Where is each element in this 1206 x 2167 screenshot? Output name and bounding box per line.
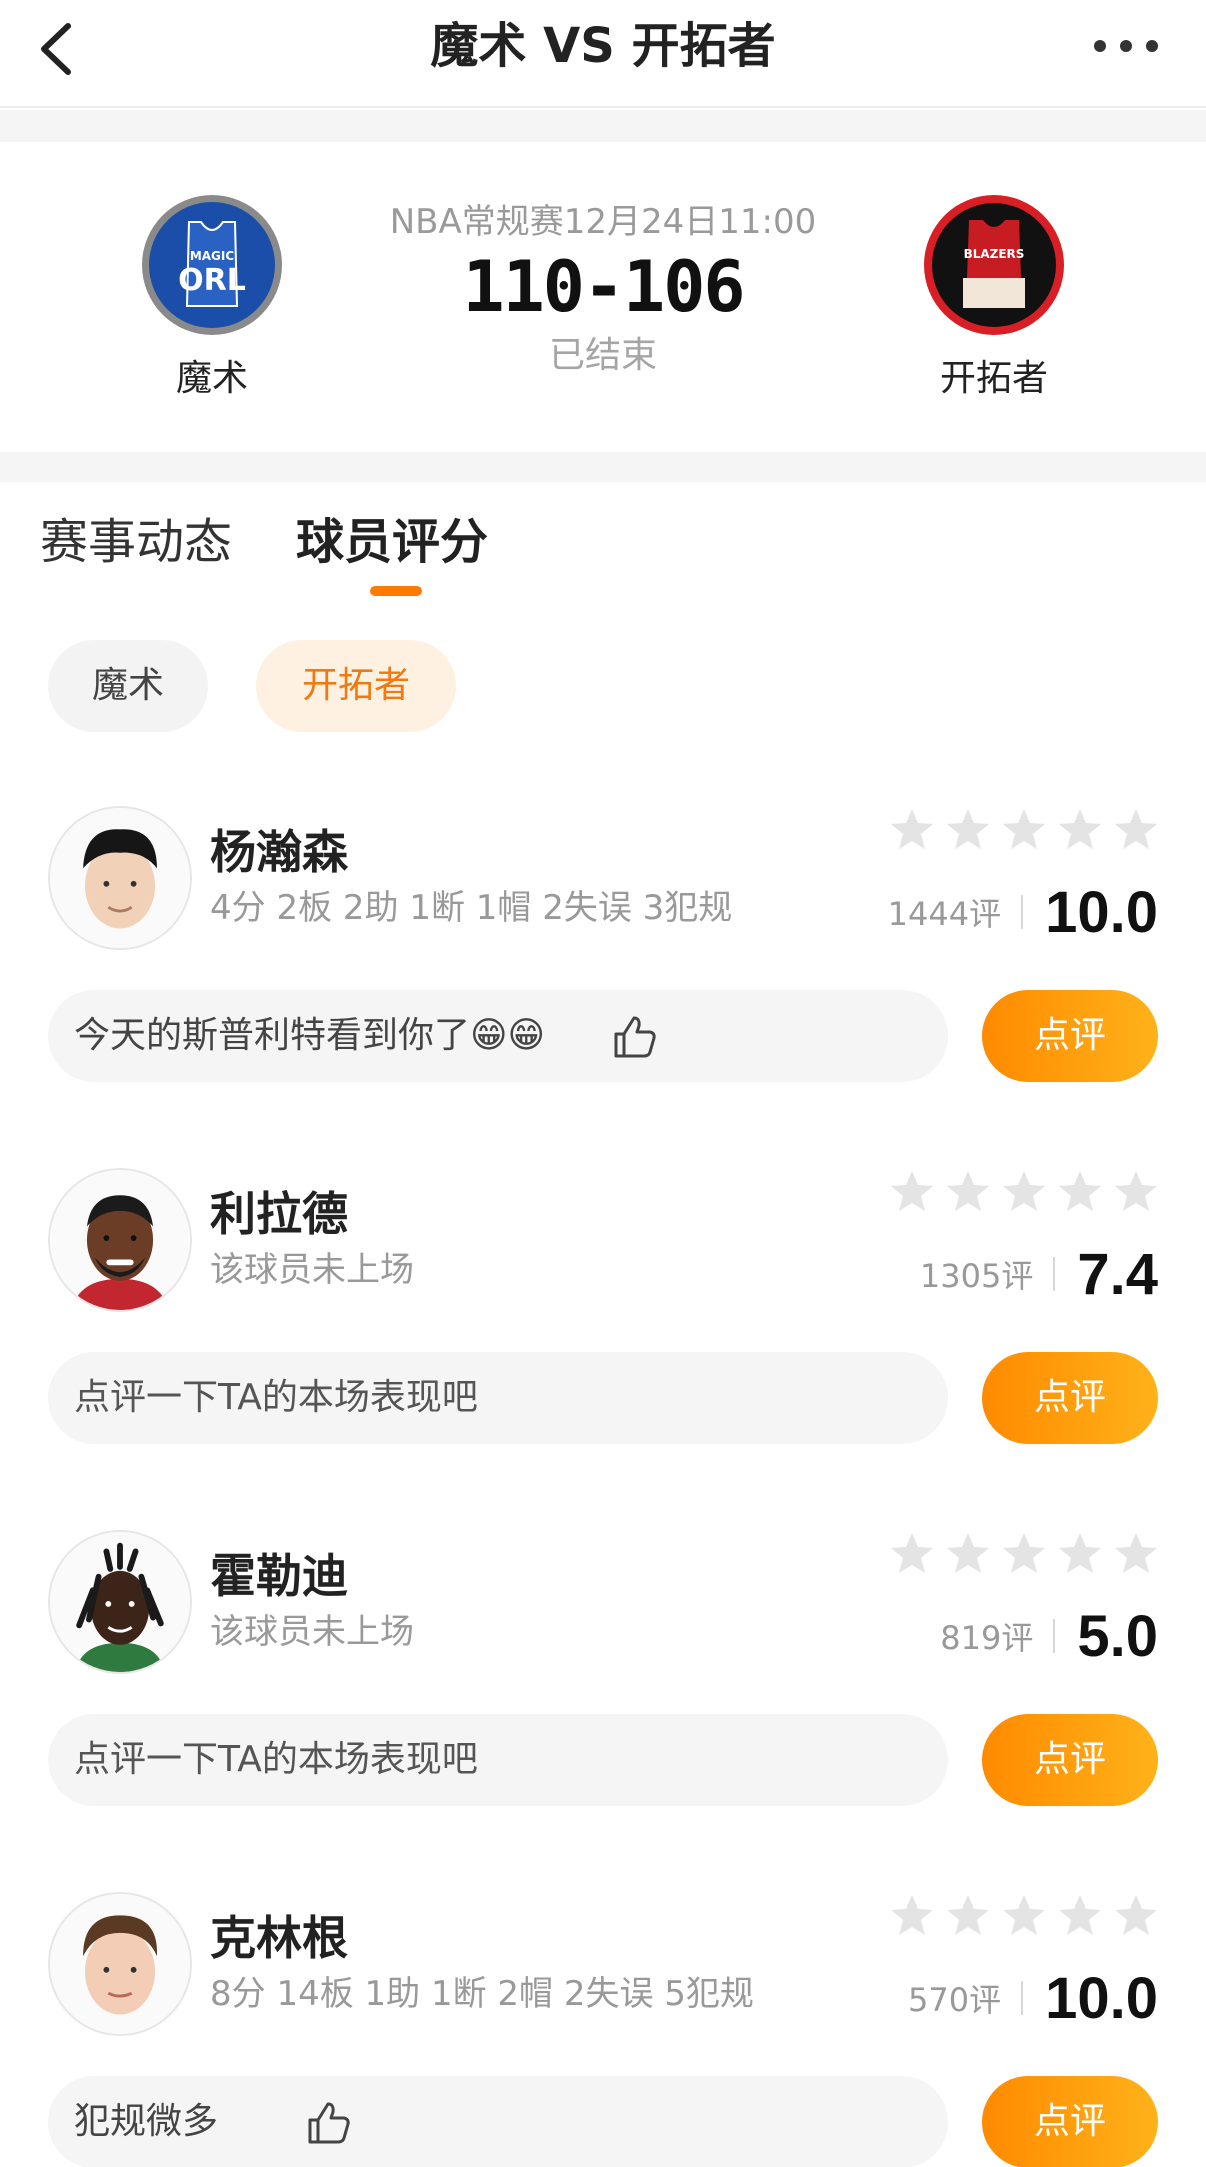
player-avatar[interactable]	[48, 806, 192, 950]
more-dots-icon	[1094, 40, 1158, 52]
star-icon[interactable]	[1056, 806, 1104, 854]
rating-score: 7.4	[1077, 1241, 1158, 1307]
star-icon[interactable]	[944, 806, 992, 854]
player-name: 霍勒迪	[210, 1549, 348, 1603]
rating-summary: 819评 5.0	[940, 1602, 1158, 1670]
match-info: NBA常规赛12月24日11:00 110-106 已结束	[340, 200, 866, 380]
rating-stars[interactable]	[888, 806, 1160, 858]
review-button[interactable]: 点评	[982, 990, 1158, 1082]
star-icon[interactable]	[1112, 1530, 1160, 1578]
player-stats: 4分 2板 2助 1断 1帽 2失误 3犯规	[210, 888, 733, 928]
star-icon[interactable]	[1112, 806, 1160, 854]
comment-input[interactable]: 点评一下TA的本场表现吧	[48, 1714, 948, 1806]
filter-magic[interactable]: 魔术	[48, 640, 208, 732]
svg-text:MAGIC: MAGIC	[190, 249, 235, 263]
section-divider	[0, 110, 1206, 142]
star-icon[interactable]	[888, 806, 936, 854]
player-card: 利拉德 该球员未上场 1305评 7.4 点评一下TA的本场表现吧 点评	[0, 1168, 1206, 1530]
comment-placeholder: 点评一下TA的本场表现吧	[74, 1739, 478, 1780]
top-comment[interactable]: 犯规微多	[48, 2076, 948, 2167]
star-icon[interactable]	[1000, 806, 1048, 854]
comment-placeholder: 点评一下TA的本场表现吧	[74, 1377, 478, 1418]
star-icon[interactable]	[1112, 1892, 1160, 1940]
player-stats: 该球员未上场	[210, 1250, 414, 1290]
divider	[1053, 1619, 1056, 1653]
comment-text: 犯规微多	[74, 2101, 219, 2142]
rating-count: 570评	[908, 1981, 1002, 2019]
match-score: 110-106	[462, 246, 745, 328]
top-bar: 魔术 VS 开拓者	[0, 0, 1206, 108]
review-button[interactable]: 点评	[982, 1714, 1158, 1806]
away-team-name: 开拓者	[939, 358, 1048, 399]
rating-count: 819评	[940, 1619, 1034, 1657]
star-icon[interactable]	[1000, 1168, 1048, 1216]
player-stats: 该球员未上场	[210, 1612, 414, 1652]
svg-text:ORL: ORL	[178, 263, 246, 298]
thumbs-up-icon[interactable]	[304, 2098, 354, 2148]
rating-score: 10.0	[1045, 879, 1158, 945]
player-avatar[interactable]	[48, 1168, 192, 1312]
divider	[1021, 895, 1024, 929]
rating-count: 1305评	[919, 1257, 1034, 1295]
home-team[interactable]: MAGIC ORL 魔术	[132, 194, 292, 402]
comment-input[interactable]: 点评一下TA的本场表现吧	[48, 1352, 948, 1444]
tab-player-ratings[interactable]: 球员评分	[296, 510, 488, 574]
match-summary: MAGIC ORL 魔术 NBA常规赛12月24日11:00 110-106 已…	[0, 142, 1206, 452]
rating-score: 5.0	[1077, 1603, 1158, 1669]
star-icon[interactable]	[944, 1168, 992, 1216]
rating-count: 1444评	[887, 895, 1002, 933]
player-card: 霍勒迪 该球员未上场 819评 5.0 点评一下TA的本场表现吧 点评	[0, 1530, 1206, 1892]
player-card: 杨瀚森 4分 2板 2助 1断 1帽 2失误 3犯规 1444评 10.0 今天…	[0, 806, 1206, 1168]
filter-blazers[interactable]: 开拓者	[256, 640, 456, 732]
divider	[1053, 1257, 1056, 1291]
player-name: 杨瀚森	[210, 825, 348, 879]
star-icon[interactable]	[1056, 1892, 1104, 1940]
svg-text:BLAZERS: BLAZERS	[964, 247, 1025, 261]
star-icon[interactable]	[888, 1892, 936, 1940]
page-title: 魔术 VS 开拓者	[430, 18, 776, 74]
home-team-name: 魔术	[175, 358, 248, 399]
rating-summary: 570评 10.0	[908, 1964, 1158, 2032]
comment-text: 今天的斯普利特看到你了😁😁	[74, 1015, 546, 1056]
rating-stars[interactable]	[888, 1168, 1160, 1220]
match-league-time: NBA常规赛12月24日11:00	[389, 202, 817, 242]
star-icon[interactable]	[1000, 1892, 1048, 1940]
player-avatar[interactable]	[48, 1892, 192, 2036]
match-status: 已结束	[548, 335, 657, 376]
player-avatar[interactable]	[48, 1530, 192, 1674]
player-name: 利拉德	[210, 1187, 348, 1241]
rating-score: 10.0	[1045, 1965, 1158, 2031]
player-name: 克林根	[210, 1911, 348, 1965]
more-button[interactable]	[1086, 24, 1166, 68]
star-icon[interactable]	[1056, 1168, 1104, 1216]
star-icon[interactable]	[888, 1168, 936, 1216]
blazers-logo: BLAZERS	[923, 194, 1065, 336]
active-tab-indicator	[370, 586, 422, 596]
star-icon[interactable]	[1000, 1530, 1048, 1578]
rating-stars[interactable]	[888, 1892, 1160, 1944]
rating-summary: 1305评 7.4	[920, 1240, 1158, 1308]
player-card: 克林根 8分 14板 1助 1断 2帽 2失误 5犯规 570评 10.0 犯规…	[0, 1892, 1206, 2167]
rating-stars[interactable]	[888, 1530, 1160, 1582]
away-team[interactable]: BLAZERS 开拓者	[914, 194, 1074, 402]
review-button[interactable]: 点评	[982, 1352, 1158, 1444]
rating-summary: 1444评 10.0	[888, 878, 1158, 946]
thumbs-up-icon[interactable]	[610, 1012, 660, 1062]
tab-match-events[interactable]: 赛事动态	[40, 510, 232, 574]
divider	[1021, 1981, 1024, 2015]
review-button[interactable]: 点评	[982, 2076, 1158, 2167]
star-icon[interactable]	[888, 1530, 936, 1578]
star-icon[interactable]	[1056, 1530, 1104, 1578]
star-icon[interactable]	[1112, 1168, 1160, 1216]
tab-bar: 赛事动态 球员评分	[0, 482, 1206, 602]
section-divider	[0, 452, 1206, 482]
player-stats: 8分 14板 1助 1断 2帽 2失误 5犯规	[210, 1974, 754, 2014]
star-icon[interactable]	[944, 1530, 992, 1578]
star-icon[interactable]	[944, 1892, 992, 1940]
top-comment[interactable]: 今天的斯普利特看到你了😁😁	[48, 990, 948, 1082]
magic-logo: MAGIC ORL	[141, 194, 283, 336]
